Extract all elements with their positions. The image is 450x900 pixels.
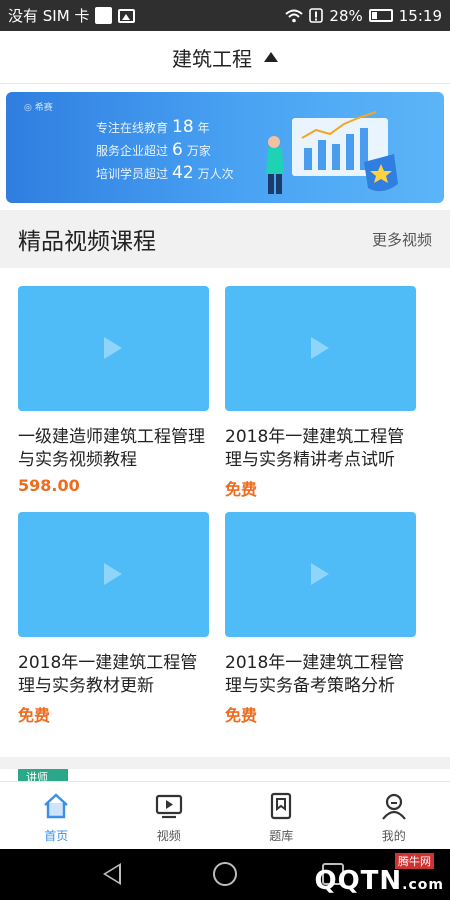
- section-header: 精品视频课程 更多视频: [0, 210, 450, 268]
- bottom-tab-bar: 首页 视频 题库 我的: [0, 781, 450, 849]
- play-icon: [104, 337, 122, 359]
- tab-profile-label: 我的: [381, 829, 406, 843]
- course-price: 免费: [225, 480, 258, 499]
- course-thumbnail: [18, 512, 209, 637]
- tab-home-label: 首页: [44, 829, 69, 843]
- tab-question-bank-label: 题库: [269, 829, 294, 843]
- more-videos-link[interactable]: 更多视频: [372, 229, 432, 250]
- course-title: 一级建造师建筑工程管理与实务视频教程: [18, 427, 205, 470]
- question-bank-icon: [271, 792, 292, 820]
- status-bar: 没有 SIM 卡 28% 15:19: [0, 0, 450, 31]
- course-price: 免费: [18, 706, 51, 725]
- course-price: 免费: [225, 706, 258, 725]
- tab-question-bank[interactable]: 题库: [225, 782, 338, 849]
- section-divider: [0, 757, 450, 769]
- back-icon[interactable]: [103, 863, 121, 885]
- banner-illustration: [266, 111, 398, 194]
- course-title: 2018年一建建筑工程管理与实务教材更新: [18, 653, 198, 696]
- play-icon: [311, 563, 329, 585]
- tab-profile[interactable]: 我的: [338, 782, 450, 849]
- caret-up-icon: [264, 52, 278, 62]
- course-price: 598.00: [18, 476, 80, 495]
- promo-banner[interactable]: ◎ 希赛 专注在线教育 18 年 服务企业超过 6 万家 培训学员超过 42 万人次: [6, 92, 444, 203]
- course-thumbnail: [225, 286, 416, 411]
- alert-icon: [309, 8, 324, 23]
- play-icon: [311, 337, 329, 359]
- course-title: 2018年一建建筑工程管理与实务精讲考点试听: [225, 427, 405, 470]
- home-circle-icon[interactable]: [213, 862, 237, 886]
- section-title: 精品视频课程: [18, 229, 156, 255]
- notification-square-icon: [95, 7, 113, 24]
- course-thumbnail: [225, 512, 416, 637]
- profile-icon: [381, 793, 406, 820]
- home-icon: [44, 793, 69, 819]
- banner-line-2: 服务企业超过 6 万家: [96, 140, 211, 160]
- course-card[interactable]: 2018年一建建筑工程管理与实务教材更新 免费: [18, 512, 209, 726]
- banner-line-3: 培训学员超过 42 万人次: [96, 163, 234, 183]
- banner-stats: 专注在线教育 18 年 服务企业超过 6 万家 培训学员超过 42 万人次: [96, 116, 234, 185]
- course-card[interactable]: 2018年一建建筑工程管理与实务精讲考点试听 免费: [225, 286, 416, 500]
- page-title: 建筑工程: [172, 46, 252, 71]
- video-icon: [155, 794, 182, 819]
- system-navigation-bar: 腾牛网 QQTN.com: [0, 849, 450, 900]
- tab-video-label: 视频: [156, 829, 181, 843]
- carrier-text: 没有 SIM 卡: [8, 7, 90, 25]
- course-card[interactable]: 一级建造师建筑工程管理与实务视频教程 598.00: [18, 286, 209, 495]
- banner-brand: ◎ 希赛: [24, 103, 53, 113]
- tab-video[interactable]: 视频: [113, 782, 226, 849]
- battery-percent: 28%: [329, 6, 363, 25]
- wifi-icon: [285, 9, 304, 22]
- course-card[interactable]: 2018年一建建筑工程管理与实务备考策略分析 免费: [225, 512, 416, 726]
- watermark-logo: QQTN.com: [314, 866, 444, 896]
- course-title: 2018年一建建筑工程管理与实务备考策略分析: [225, 653, 405, 696]
- clock: 15:19: [398, 6, 442, 25]
- course-thumbnail: [18, 286, 209, 411]
- image-notification-icon: [118, 8, 136, 23]
- category-selector[interactable]: 建筑工程: [0, 31, 450, 84]
- battery-icon: [368, 9, 393, 22]
- banner-line-1: 专注在线教育 18 年: [96, 117, 210, 137]
- play-icon: [104, 563, 122, 585]
- tab-home[interactable]: 首页: [0, 782, 113, 849]
